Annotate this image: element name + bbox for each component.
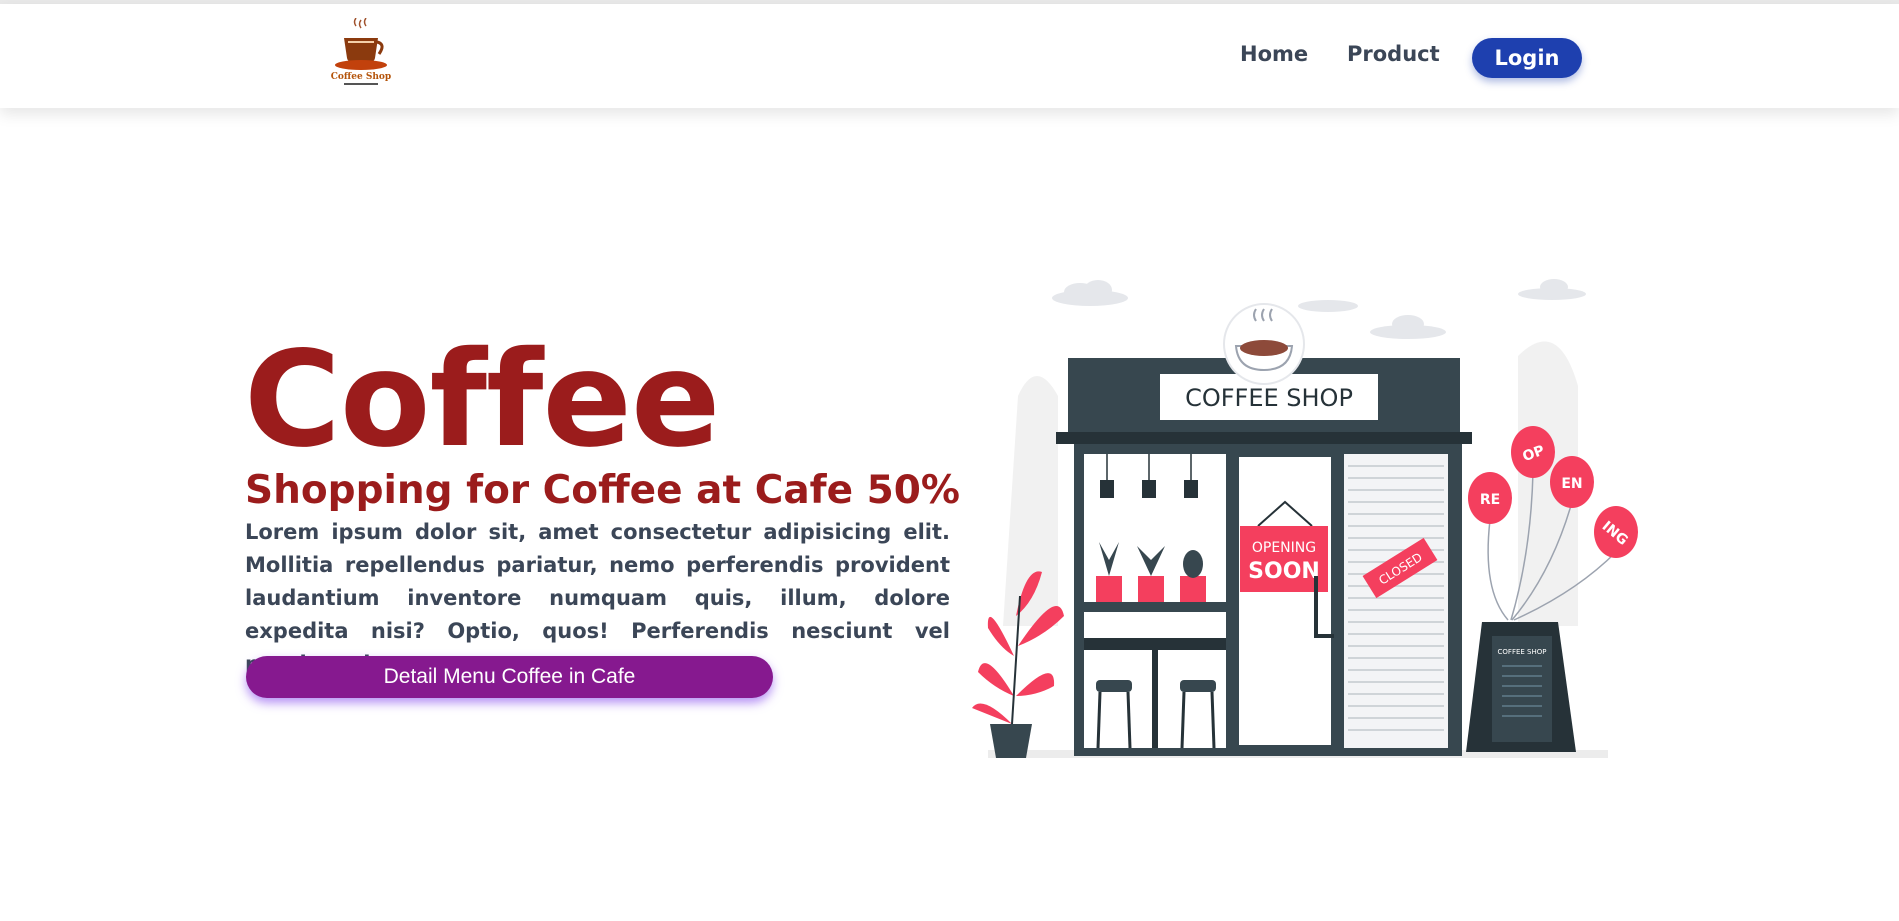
nav-home-link[interactable]: Home: [1240, 42, 1308, 66]
nav-product-link[interactable]: Product: [1347, 42, 1440, 66]
logo-text: Coffee Shop: [331, 72, 391, 82]
opening-text: OPENING: [1252, 540, 1316, 556]
balloon-text-re: RE: [1480, 492, 1500, 508]
navbar: Coffee Shop Home Product Login: [0, 4, 1899, 108]
hero-title: Coffee: [244, 323, 720, 477]
coffee-shop-logo[interactable]: Coffee Shop: [330, 17, 394, 88]
balloon-text-en: EN: [1561, 476, 1582, 492]
hero-subtitle: Shopping for Coffee at Cafe 50%: [245, 468, 960, 513]
shop-sign-text: COFFEE SHOP: [1185, 384, 1353, 412]
coffee-shop-illustration: COFFEE SHOP OPENING SOON CLOSED RE OP EN…: [968, 276, 1640, 774]
board-text: COFFEE SHOP: [1498, 648, 1547, 656]
cloud-icon: [1052, 279, 1586, 339]
soon-text: SOON: [1248, 559, 1320, 584]
login-button[interactable]: Login: [1472, 38, 1582, 78]
detail-menu-button[interactable]: Detail Menu Coffee in Cafe: [246, 656, 773, 698]
